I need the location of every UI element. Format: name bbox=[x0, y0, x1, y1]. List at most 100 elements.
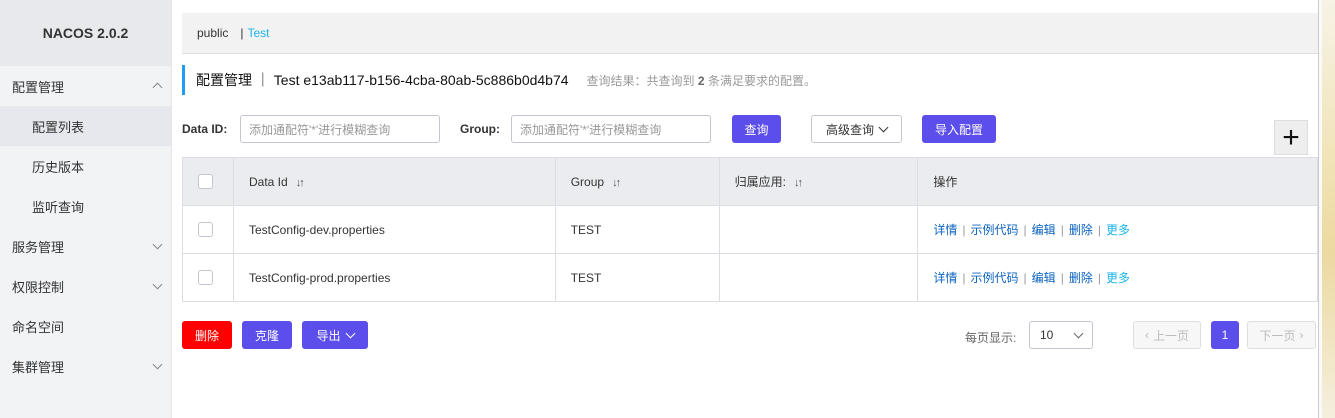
ops-separator: | bbox=[1023, 271, 1027, 285]
cell-data-id: TestConfig-dev.properties bbox=[232, 205, 556, 254]
config-table: Data Id ↓↑ Group ↓↑ 归属应用: ↓↑ 操作 TestConfig-… bbox=[182, 157, 1318, 302]
cell-app bbox=[718, 253, 919, 302]
ops-separator: | bbox=[962, 223, 966, 237]
group-label: Group: bbox=[460, 122, 500, 136]
row-checkbox-cell bbox=[182, 205, 234, 254]
cell-ops: 详情 | 示例代码 | 编辑 | 删除 | 更多 bbox=[917, 253, 1318, 302]
filter-bar: Data ID: 添加通配符'*'进行模糊查询 Group: 添加通配符'*'进… bbox=[182, 115, 1318, 143]
ops-separator: | bbox=[1097, 271, 1101, 285]
window-edge bbox=[1318, 0, 1335, 418]
delete-link[interactable]: 删除 bbox=[1069, 223, 1093, 237]
ops-separator: | bbox=[1060, 223, 1064, 237]
prev-page-button[interactable]: ‹ 上一页 bbox=[1133, 321, 1201, 349]
chevron-right-icon: › bbox=[1299, 328, 1304, 342]
menu-config-management[interactable]: 配置管理 bbox=[0, 66, 171, 106]
add-config-button[interactable]: + bbox=[1274, 120, 1308, 155]
query-result-text: 查询结果：共查询到 2 条满足要求的配置。 bbox=[587, 72, 816, 89]
plus-icon: + bbox=[1282, 120, 1300, 154]
chevron-left-icon: ‹ bbox=[1144, 328, 1149, 342]
menu-service-management[interactable]: 服务管理 bbox=[0, 226, 171, 266]
brand-title: NACOS 2.0.2 bbox=[0, 0, 171, 66]
export-label: 导出 bbox=[316, 328, 341, 343]
select-all-checkbox[interactable] bbox=[198, 174, 213, 190]
ops-separator: | bbox=[1097, 223, 1101, 237]
page-size-select[interactable]: 10 bbox=[1029, 321, 1093, 349]
more-link[interactable]: 更多 bbox=[1106, 271, 1130, 285]
chevron-down-icon bbox=[152, 279, 163, 289]
table-header-row: Data Id ↓↑ Group ↓↑ 归属应用: ↓↑ 操作 bbox=[182, 157, 1318, 206]
ops-separator: | bbox=[962, 271, 966, 285]
namespace-public[interactable]: public bbox=[197, 26, 228, 40]
edit-link[interactable]: 编辑 bbox=[1032, 271, 1056, 285]
edit-link[interactable]: 编辑 bbox=[1032, 223, 1056, 237]
export-button[interactable]: 导出 bbox=[302, 321, 368, 349]
header-data-id[interactable]: Data Id ↓↑ bbox=[232, 157, 556, 206]
menu-auth-control-label: 权限控制 bbox=[12, 279, 65, 295]
menu-cluster-management[interactable]: 集群管理 bbox=[0, 346, 171, 386]
menu-listen-query[interactable]: 监听查询 bbox=[0, 186, 171, 226]
menu-namespace-label: 命名空间 bbox=[12, 319, 65, 335]
chevron-down-icon bbox=[345, 328, 355, 338]
page-number-current[interactable]: 1 bbox=[1211, 321, 1239, 349]
menu-config-management-label: 配置管理 bbox=[12, 79, 65, 95]
cell-group: TEST bbox=[554, 253, 720, 302]
ops-separator: | bbox=[1023, 223, 1027, 237]
page-title-bar: 配置管理 ｜ Test e13ab117-b156-4cba-80ab-5c88… bbox=[182, 65, 816, 95]
header-app-label: 归属应用: bbox=[734, 175, 786, 189]
data-id-label: Data ID: bbox=[182, 122, 228, 136]
delete-link[interactable]: 删除 bbox=[1069, 271, 1093, 285]
header-data-id-label: Data Id bbox=[248, 174, 288, 189]
sample-code-link[interactable]: 示例代码 bbox=[971, 223, 1019, 237]
cell-app bbox=[718, 205, 919, 254]
row-checkbox[interactable] bbox=[198, 222, 213, 238]
query-result-count: 2 bbox=[697, 73, 705, 88]
menu-history-version[interactable]: 历史版本 bbox=[0, 146, 171, 186]
sort-icon[interactable]: ↓↑ bbox=[296, 177, 305, 189]
import-config-button[interactable]: 导入配置 bbox=[922, 115, 996, 143]
next-page-button[interactable]: 下一页 › bbox=[1247, 321, 1316, 349]
detail-link[interactable]: 详情 bbox=[933, 271, 957, 285]
advanced-query-button[interactable]: 高级查询 bbox=[811, 115, 902, 143]
menu-cluster-management-label: 集群管理 bbox=[12, 359, 65, 375]
group-input[interactable]: 添加通配符'*'进行模糊查询 bbox=[511, 115, 711, 143]
header-group-label: Group bbox=[570, 174, 605, 189]
menu-auth-control[interactable]: 权限控制 bbox=[0, 266, 171, 306]
bottom-toolbar: 删除 克隆 导出 每页显示: 10 ‹ 上一页 1 下一页 › bbox=[182, 321, 1318, 350]
table-row: TestConfig-prod.properties TEST 详情 | 示例代码 |… bbox=[182, 253, 1318, 302]
cell-group: TEST bbox=[554, 205, 720, 254]
more-link[interactable]: 更多 bbox=[1106, 223, 1130, 237]
menu-service-management-label: 服务管理 bbox=[12, 239, 65, 255]
next-page-label: 下一页 bbox=[1259, 328, 1296, 343]
row-checkbox-cell bbox=[182, 253, 234, 302]
sidebar: NACOS 2.0.2 配置管理 配置列表 历史版本 监听查询 服务管理 权限控… bbox=[0, 0, 172, 418]
query-result-suffix: 条满足要求的配置。 bbox=[707, 73, 816, 88]
query-button[interactable]: 查询 bbox=[732, 115, 781, 143]
chevron-down-icon bbox=[152, 239, 163, 249]
row-checkbox[interactable] bbox=[198, 270, 213, 286]
clone-button[interactable]: 克隆 bbox=[242, 321, 292, 349]
sort-icon[interactable]: ↓↑ bbox=[794, 177, 803, 189]
sort-icon[interactable]: ↓↑ bbox=[612, 177, 621, 189]
query-result-prefix: 查询结果：共查询到 bbox=[586, 73, 695, 88]
chevron-up-icon bbox=[152, 82, 163, 93]
advanced-query-label: 高级查询 bbox=[825, 122, 874, 137]
page-size-label: 每页显示: bbox=[965, 331, 1017, 345]
header-checkbox-cell bbox=[182, 157, 234, 206]
data-id-input[interactable]: 添加通配符'*'进行模糊查询 bbox=[240, 115, 440, 143]
menu-config-list[interactable]: 配置列表 bbox=[0, 106, 171, 146]
breadcrumb-separator: | bbox=[240, 26, 244, 40]
page-title: 配置管理 ｜ Test e13ab117-b156-4cba-80ab-5c88… bbox=[196, 72, 569, 88]
detail-link[interactable]: 详情 bbox=[933, 223, 957, 237]
namespace-breadcrumb: public | Test bbox=[182, 13, 1318, 54]
header-app[interactable]: 归属应用: ↓↑ bbox=[718, 157, 919, 206]
menu-namespace[interactable]: 命名空间 bbox=[0, 306, 171, 346]
cell-ops: 详情 | 示例代码 | 编辑 | 删除 | 更多 bbox=[917, 205, 1318, 254]
batch-delete-button[interactable]: 删除 bbox=[182, 321, 232, 349]
sample-code-link[interactable]: 示例代码 bbox=[971, 271, 1019, 285]
chevron-down-icon bbox=[878, 122, 889, 132]
chevron-down-icon bbox=[152, 359, 163, 369]
header-group[interactable]: Group ↓↑ bbox=[554, 157, 720, 206]
namespace-test[interactable]: Test bbox=[247, 26, 269, 40]
prev-page-label: 上一页 bbox=[1152, 328, 1189, 343]
header-ops: 操作 bbox=[917, 157, 1318, 206]
